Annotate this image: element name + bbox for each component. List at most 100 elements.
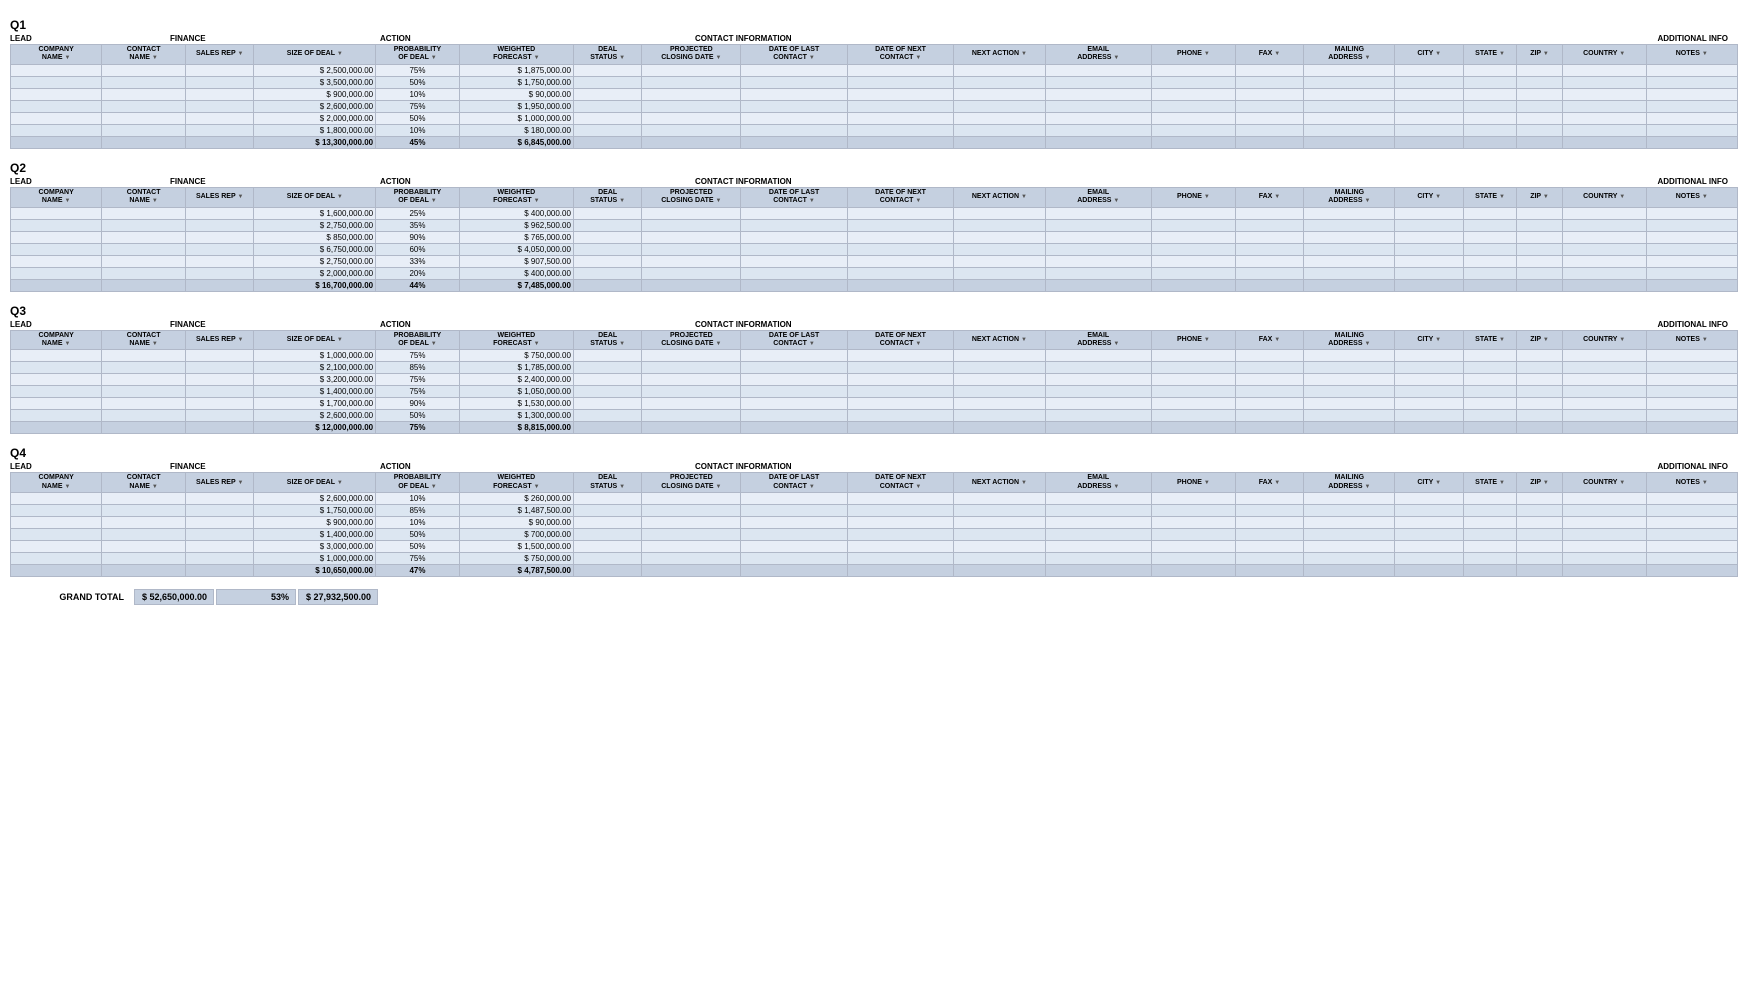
contact-name-cell bbox=[102, 398, 186, 410]
filter-arrow[interactable]: ▼ bbox=[915, 484, 921, 491]
filter-arrow[interactable]: ▼ bbox=[152, 198, 158, 205]
filter-arrow[interactable]: ▼ bbox=[237, 194, 243, 201]
filter-arrow[interactable]: ▼ bbox=[716, 341, 722, 348]
filter-arrow[interactable]: ▼ bbox=[1113, 55, 1119, 62]
filter-arrow[interactable]: ▼ bbox=[534, 484, 540, 491]
zip-cell bbox=[1517, 76, 1563, 88]
action-section-label: ACTION bbox=[380, 177, 695, 186]
filter-arrow[interactable]: ▼ bbox=[1021, 51, 1027, 58]
filter-arrow[interactable]: ▼ bbox=[237, 337, 243, 344]
filter-arrow[interactable]: ▼ bbox=[1543, 337, 1549, 344]
filter-arrow[interactable]: ▼ bbox=[431, 341, 437, 348]
filter-arrow[interactable]: ▼ bbox=[337, 480, 343, 487]
filter-arrow[interactable]: ▼ bbox=[1499, 480, 1505, 487]
filter-arrow[interactable]: ▼ bbox=[237, 480, 243, 487]
filter-arrow[interactable]: ▼ bbox=[1702, 194, 1708, 201]
filter-arrow[interactable]: ▼ bbox=[619, 55, 625, 62]
filter-arrow[interactable]: ▼ bbox=[1021, 337, 1027, 344]
filter-arrow[interactable]: ▼ bbox=[1619, 337, 1625, 344]
filter-arrow[interactable]: ▼ bbox=[1113, 484, 1119, 491]
email-cell bbox=[1045, 64, 1152, 76]
filter-arrow[interactable]: ▼ bbox=[152, 341, 158, 348]
filter-arrow[interactable]: ▼ bbox=[1499, 337, 1505, 344]
zip-cell bbox=[1517, 517, 1563, 529]
filter-arrow[interactable]: ▼ bbox=[1274, 194, 1280, 201]
col-header-col-closing: PROJECTEDCLOSING DATE ▼ bbox=[642, 473, 741, 493]
filter-arrow[interactable]: ▼ bbox=[915, 55, 921, 62]
filter-arrow[interactable]: ▼ bbox=[64, 55, 70, 62]
filter-arrow[interactable]: ▼ bbox=[1204, 337, 1210, 344]
filter-arrow[interactable]: ▼ bbox=[1435, 480, 1441, 487]
filter-arrow[interactable]: ▼ bbox=[1204, 51, 1210, 58]
filter-arrow[interactable]: ▼ bbox=[1113, 341, 1119, 348]
filter-arrow[interactable]: ▼ bbox=[809, 341, 815, 348]
filter-arrow[interactable]: ▼ bbox=[1274, 480, 1280, 487]
filter-arrow[interactable]: ▼ bbox=[915, 198, 921, 205]
table-row: $ 2,750,000.00 33% $ 907,500.00 bbox=[11, 255, 1738, 267]
filter-arrow[interactable]: ▼ bbox=[1204, 480, 1210, 487]
filter-arrow[interactable]: ▼ bbox=[809, 55, 815, 62]
filter-arrow[interactable]: ▼ bbox=[1113, 198, 1119, 205]
filter-arrow[interactable]: ▼ bbox=[431, 484, 437, 491]
country-cell bbox=[1562, 112, 1646, 124]
filter-arrow[interactable]: ▼ bbox=[1435, 51, 1441, 58]
filter-arrow[interactable]: ▼ bbox=[809, 198, 815, 205]
filter-arrow[interactable]: ▼ bbox=[1021, 480, 1027, 487]
filter-arrow[interactable]: ▼ bbox=[1619, 51, 1625, 58]
filter-arrow[interactable]: ▼ bbox=[1619, 194, 1625, 201]
filter-arrow[interactable]: ▼ bbox=[1499, 51, 1505, 58]
filter-arrow[interactable]: ▼ bbox=[915, 341, 921, 348]
filter-arrow[interactable]: ▼ bbox=[1543, 480, 1549, 487]
filter-arrow[interactable]: ▼ bbox=[1364, 484, 1370, 491]
filter-arrow[interactable]: ▼ bbox=[1619, 480, 1625, 487]
filter-arrow[interactable]: ▼ bbox=[337, 51, 343, 58]
filter-arrow[interactable]: ▼ bbox=[1274, 337, 1280, 344]
col-header-col-country: COUNTRY ▼ bbox=[1562, 473, 1646, 493]
closing-date-cell bbox=[642, 100, 741, 112]
filter-arrow[interactable]: ▼ bbox=[1702, 480, 1708, 487]
filter-arrow[interactable]: ▼ bbox=[1543, 51, 1549, 58]
filter-arrow[interactable]: ▼ bbox=[534, 55, 540, 62]
filter-arrow[interactable]: ▼ bbox=[1021, 194, 1027, 201]
filter-arrow[interactable]: ▼ bbox=[64, 484, 70, 491]
filter-arrow[interactable]: ▼ bbox=[431, 198, 437, 205]
col-header-col-company: COMPANYNAME ▼ bbox=[11, 473, 102, 493]
filter-arrow[interactable]: ▼ bbox=[152, 484, 158, 491]
filter-arrow[interactable]: ▼ bbox=[619, 198, 625, 205]
filter-arrow[interactable]: ▼ bbox=[716, 198, 722, 205]
deal-status-cell bbox=[573, 100, 641, 112]
filter-arrow[interactable]: ▼ bbox=[534, 198, 540, 205]
filter-arrow[interactable]: ▼ bbox=[1364, 341, 1370, 348]
filter-arrow[interactable]: ▼ bbox=[1702, 51, 1708, 58]
filter-arrow[interactable]: ▼ bbox=[152, 55, 158, 62]
filter-arrow[interactable]: ▼ bbox=[716, 484, 722, 491]
filter-arrow[interactable]: ▼ bbox=[1274, 51, 1280, 58]
col-header-col-lastcontact: DATE OF LASTCONTACT ▼ bbox=[741, 187, 848, 207]
zip-cell bbox=[1517, 374, 1563, 386]
filter-arrow[interactable]: ▼ bbox=[619, 484, 625, 491]
filter-arrow[interactable]: ▼ bbox=[1204, 194, 1210, 201]
filter-arrow[interactable]: ▼ bbox=[237, 51, 243, 58]
filter-arrow[interactable]: ▼ bbox=[64, 341, 70, 348]
company-name-cell bbox=[11, 100, 102, 112]
filter-arrow[interactable]: ▼ bbox=[1702, 337, 1708, 344]
filter-arrow[interactable]: ▼ bbox=[716, 55, 722, 62]
filter-arrow[interactable]: ▼ bbox=[619, 341, 625, 348]
filter-arrow[interactable]: ▼ bbox=[534, 341, 540, 348]
filter-arrow[interactable]: ▼ bbox=[431, 55, 437, 62]
filter-arrow[interactable]: ▼ bbox=[1543, 194, 1549, 201]
filter-arrow[interactable]: ▼ bbox=[1364, 198, 1370, 205]
filter-arrow[interactable]: ▼ bbox=[1364, 55, 1370, 62]
filter-arrow[interactable]: ▼ bbox=[337, 194, 343, 201]
filter-arrow[interactable]: ▼ bbox=[337, 337, 343, 344]
city-cell bbox=[1395, 243, 1463, 255]
filter-arrow[interactable]: ▼ bbox=[1435, 337, 1441, 344]
sales-rep-cell bbox=[185, 76, 253, 88]
filter-arrow[interactable]: ▼ bbox=[1499, 194, 1505, 201]
mailing-cell bbox=[1304, 267, 1395, 279]
state-cell bbox=[1463, 398, 1516, 410]
filter-arrow[interactable]: ▼ bbox=[809, 484, 815, 491]
contact-name-cell bbox=[102, 505, 186, 517]
filter-arrow[interactable]: ▼ bbox=[1435, 194, 1441, 201]
filter-arrow[interactable]: ▼ bbox=[64, 198, 70, 205]
